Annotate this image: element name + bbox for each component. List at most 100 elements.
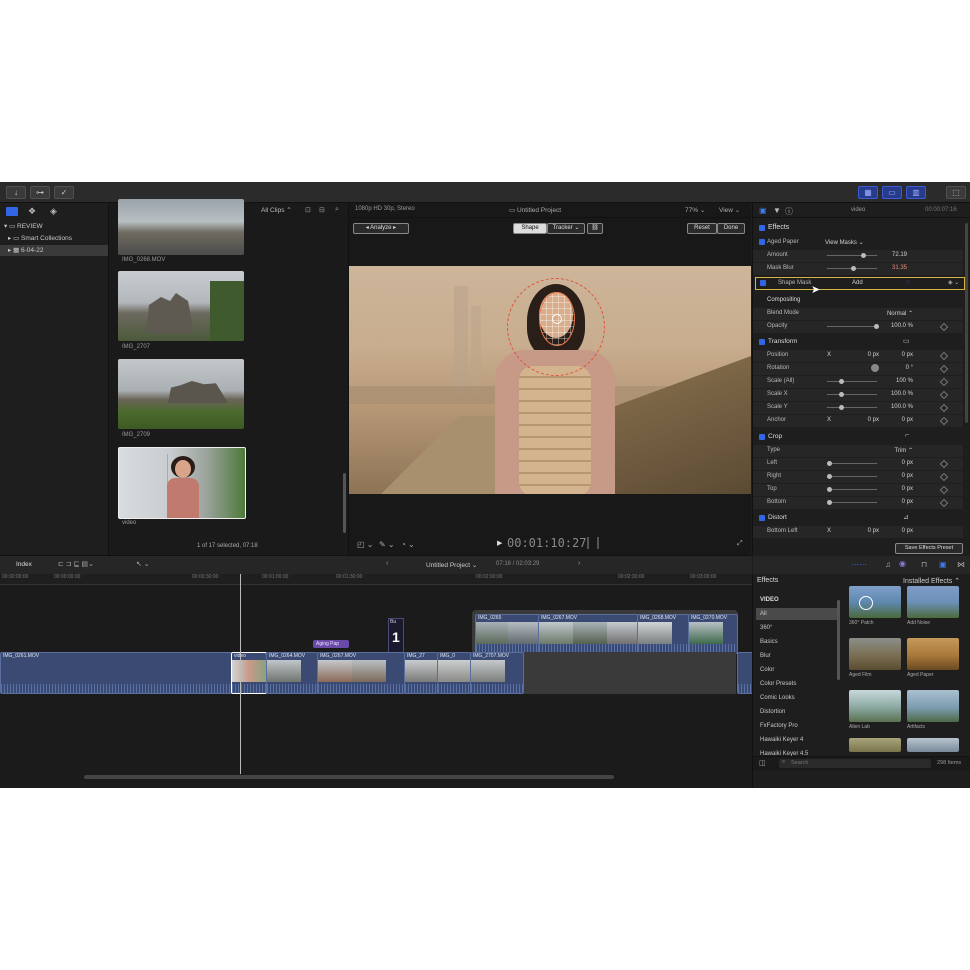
inspector-scrollbar[interactable]	[965, 223, 968, 423]
keyframe-icon[interactable]	[939, 351, 949, 361]
snapping-icon[interactable]: ⊓	[921, 560, 927, 569]
compositing-header[interactable]: Compositing	[753, 295, 963, 307]
amount-slider[interactable]	[827, 253, 877, 258]
search-icon[interactable]: ⌕	[335, 206, 339, 214]
timeline-ruler[interactable]: 00:00:00:00 00:00:00:00 00:00:30:00 00:0…	[0, 574, 752, 585]
save-effects-preset-button[interactable]: Save Effects Preset	[895, 543, 963, 554]
scale-all-slider[interactable]	[827, 379, 877, 384]
crop-bottom-slider[interactable]	[827, 500, 877, 505]
mask-center-handle[interactable]	[552, 314, 562, 324]
scale-y-slider[interactable]	[827, 405, 877, 410]
effects-search-field[interactable]: ⌕ Search	[779, 759, 931, 768]
anchor-x-value[interactable]: 0 px	[868, 417, 879, 423]
rotation-dial[interactable]	[871, 364, 879, 372]
transform-onscreen-icon[interactable]: ▭	[903, 337, 910, 345]
effects-section-header[interactable]: Effects	[753, 223, 963, 235]
effect-thumbnail[interactable]	[907, 738, 959, 752]
effect-thumbnail[interactable]	[849, 690, 901, 722]
connected-clip[interactable]: IMG_0268.MOV	[637, 614, 689, 654]
sidebar-item-review[interactable]: ▾ ▭ REVIEW	[4, 221, 104, 232]
primary-clip-selected[interactable]: video	[231, 652, 267, 694]
effect-thumbnail[interactable]	[849, 638, 901, 670]
effects-category[interactable]: Distortion	[756, 706, 838, 718]
gap-clip[interactable]	[524, 652, 736, 694]
timeline[interactable]: 00:00:00:00 00:00:00:00 00:00:30:00 00:0…	[0, 574, 754, 788]
clip-appearance-icon[interactable]: ⋯⋯	[851, 560, 867, 569]
position-x-value[interactable]: 0 px	[868, 352, 879, 358]
headphones-icon[interactable]: ♫	[885, 560, 891, 569]
filmstrip-icon[interactable]: ⊟	[319, 206, 325, 214]
timeline-project-menu[interactable]: Untitled Project ⌄	[426, 561, 477, 569]
transitions-toggle-icon[interactable]: ⋈	[957, 560, 965, 569]
timeline-toggle-icon[interactable]: ▭	[882, 186, 902, 199]
crop-onscreen-icon[interactable]: ⌐	[905, 432, 909, 439]
link-icon[interactable]: ⛓	[587, 223, 603, 234]
select-tool-icon[interactable]: ↖ ⌄	[136, 560, 150, 568]
primary-clip[interactable]: IMG_0264.MOV	[266, 652, 318, 694]
keywords-icon[interactable]: ⊶	[30, 186, 50, 199]
keyframe-icon[interactable]	[939, 472, 949, 482]
skimming-icon[interactable]: ◉	[899, 559, 906, 568]
effects-category[interactable]: Color Presets	[756, 678, 838, 690]
transform-section-header[interactable]: Transform ▭	[753, 337, 963, 349]
zoom-menu[interactable]: 77% ⌄	[685, 206, 705, 214]
crop-right-value[interactable]: 0 px	[902, 473, 913, 479]
scale-all-value[interactable]: 100 %	[896, 378, 913, 384]
add-mask-label[interactable]: Add	[852, 280, 863, 286]
primary-clip[interactable]: IMG_2707.MOV	[470, 652, 524, 694]
video-inspector-icon[interactable]: ▣	[759, 206, 767, 215]
share-icon[interactable]: ⬚	[946, 186, 966, 199]
bottom-left-x-value[interactable]: 0 px	[868, 528, 879, 534]
opacity-slider[interactable]	[827, 324, 879, 329]
crop-top-slider[interactable]	[827, 487, 877, 492]
sidebar-item-event[interactable]: ▸ ▦ 6-04-22	[0, 245, 108, 256]
shape-button[interactable]: Shape	[513, 223, 547, 234]
browser-scrollbar[interactable]	[343, 473, 346, 533]
photos-tab-icon[interactable]: ❖	[28, 206, 36, 217]
effects-category[interactable]: FxFactory Pro	[756, 720, 838, 732]
connected-clip[interactable]: IMG_0270.MOV	[688, 614, 738, 654]
sidebar-item-smart-collections[interactable]: ▸ ▭ Smart Collections	[8, 233, 104, 244]
category-scrollbar[interactable]	[837, 600, 840, 680]
crop-section-header[interactable]: Crop ⌐	[753, 432, 963, 444]
keyframe-icon[interactable]	[939, 485, 949, 495]
crop-left-value[interactable]: 0 px	[902, 460, 913, 466]
keyframe-icon[interactable]	[939, 403, 949, 413]
mask-target-icon[interactable]: ◌	[906, 279, 910, 286]
done-button[interactable]: Done	[717, 223, 745, 234]
analyze-button[interactable]: ◂ Analyze ▸	[353, 223, 409, 234]
crop-right-slider[interactable]	[827, 474, 877, 479]
effect-thumbnail[interactable]	[849, 586, 901, 618]
anchor-y-value[interactable]: 0 px	[902, 417, 913, 423]
timeline-scrollbar[interactable]	[84, 775, 614, 779]
shape-mask-row[interactable]: Shape Mask Add ◌ ◈ ⌄	[755, 277, 965, 290]
connected-clip[interactable]: IMG_0267.MOV	[538, 614, 638, 654]
mask-blur-slider[interactable]	[827, 266, 877, 271]
keyframe-icon[interactable]	[939, 459, 949, 469]
scale-y-value[interactable]: 100.0 %	[891, 404, 913, 410]
keyframe-icon[interactable]	[939, 322, 949, 332]
background-tasks-icon[interactable]: ✓	[54, 186, 74, 199]
sidebar-toggle-icon[interactable]: ◫	[759, 759, 766, 767]
bottom-left-y-value[interactable]: 0 px	[902, 528, 913, 534]
crop-top-value[interactable]: 0 px	[902, 486, 913, 492]
libraries-tab-icon[interactable]	[6, 207, 18, 216]
speed-icon[interactable]: ◔ ⌄	[401, 540, 415, 549]
effects-category[interactable]: Basics	[756, 636, 838, 648]
blend-mode-menu[interactable]: Normal ⌃	[887, 310, 913, 317]
effects-category-all[interactable]: All	[756, 608, 838, 620]
effect-thumbnail[interactable]	[849, 738, 901, 752]
keyframe-icon[interactable]	[939, 390, 949, 400]
crop-left-slider[interactable]	[827, 461, 877, 466]
connected-effect-clip[interactable]: Aging Pap	[313, 640, 349, 648]
effects-category[interactable]: Blur	[756, 650, 838, 662]
clip-thumbnail[interactable]	[118, 359, 244, 429]
keyframe-icon[interactable]	[939, 416, 949, 426]
history-forward-icon[interactable]: ›	[578, 560, 580, 567]
effects-toggle-icon[interactable]: ▣	[939, 560, 947, 569]
clip-thumbnail-selected[interactable]	[118, 447, 246, 519]
primary-clip[interactable]: IMG_0261.MOV	[0, 652, 232, 694]
primary-clip[interactable]: IMG_27	[404, 652, 438, 694]
transform-tools-icon[interactable]: ✎ ⌄	[379, 540, 395, 549]
keyframe-icon[interactable]	[939, 377, 949, 387]
